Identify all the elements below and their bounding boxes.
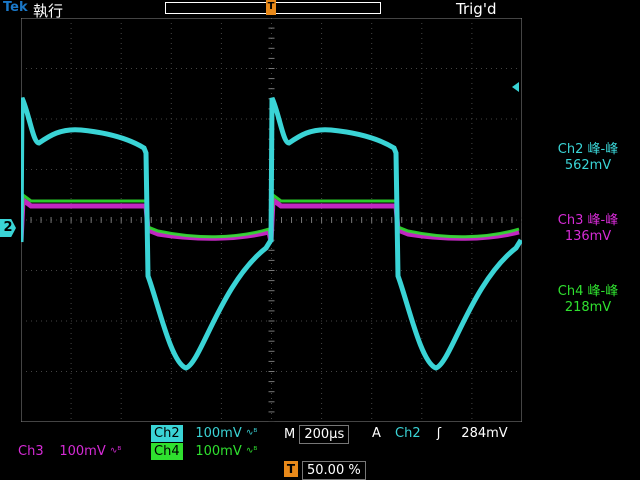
ch2-measure-label: Ch2 峰-峰 (557, 142, 619, 157)
trigger-position-marker[interactable]: T (266, 0, 276, 15)
ch4-measurement: Ch4 峰-峰 218mV (538, 284, 638, 316)
status-bar: Tek 執行 T Trig'd (0, 0, 640, 20)
trigger-position-value: 50.00 % (302, 461, 366, 480)
ch2-ground-marker[interactable]: 2 (0, 219, 16, 237)
ch3-scale: 100mV (59, 444, 106, 459)
ch3-measure-value: 136mV (564, 229, 612, 244)
trigger-source: Ch2 (395, 426, 421, 441)
trigger-mode: A (372, 426, 381, 441)
trigger-readout[interactable]: A Ch2 ʃ 284mV (372, 425, 508, 442)
trigger-position-icon: T (284, 461, 298, 477)
ch4-measure-value: 218mV (564, 300, 612, 315)
timebase-label: M (284, 427, 296, 442)
bandwidth-limit-icon: ∿ᴮ (245, 428, 258, 438)
ch2-measurement: Ch2 峰-峰 562mV (538, 142, 638, 174)
timebase-value: 200μs (299, 425, 350, 444)
waveform-display (18, 17, 524, 423)
ch3-scale-readout[interactable]: Ch3 100mV ∿ᴮ (18, 443, 121, 460)
trigger-position-readout[interactable]: 50.00 % (302, 461, 366, 480)
ch2-badge: Ch2 (151, 425, 183, 442)
bandwidth-limit-icon: ∿ᴮ (109, 446, 122, 456)
ch2-scale-readout[interactable]: Ch2 100mV ∿ᴮ (151, 425, 257, 442)
ch2-scale: 100mV (195, 426, 242, 441)
trigger-level: 284mV (461, 426, 508, 441)
trigger-slope-icon: ʃ (436, 426, 442, 441)
bandwidth-limit-icon: ∿ᴮ (245, 446, 258, 456)
ch2-measure-value: 562mV (564, 158, 612, 173)
ch3-measure-label: Ch3 峰-峰 (557, 213, 619, 228)
ch4-measure-label: Ch4 峰-峰 (557, 284, 619, 299)
ch4-badge: Ch4 (151, 443, 183, 460)
graticule (18, 17, 524, 423)
ch3-measurement: Ch3 峰-峰 136mV (538, 213, 638, 245)
ch4-scale: 100mV (195, 444, 242, 459)
trigger-state: Trig'd (456, 0, 497, 18)
trigger-level-arrow[interactable] (512, 82, 519, 92)
timebase-readout[interactable]: M 200μs (284, 425, 350, 444)
ch3-badge: Ch3 (18, 444, 44, 459)
tek-logo: Tek (3, 0, 28, 15)
ch4-scale-readout[interactable]: Ch4 100mV ∿ᴮ (151, 443, 257, 460)
